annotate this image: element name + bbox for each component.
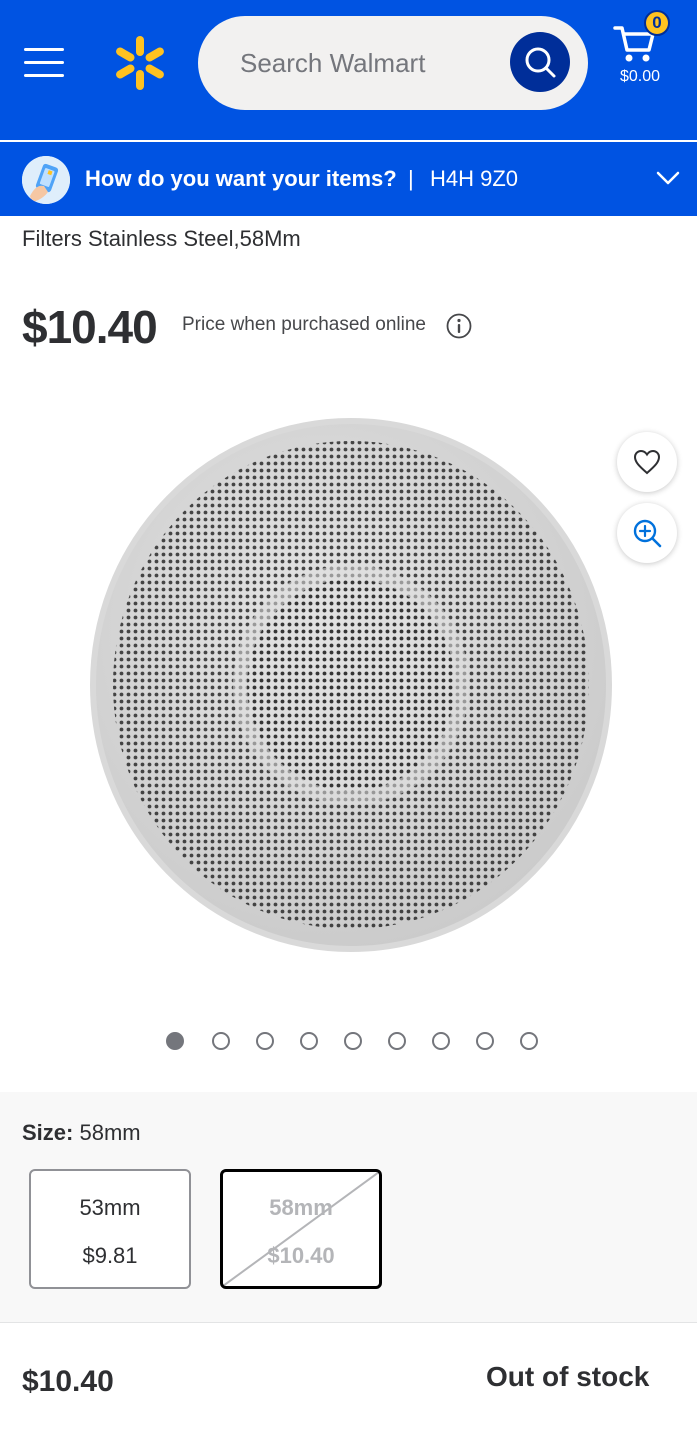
search-button[interactable] bbox=[510, 32, 570, 92]
delivery-phone-icon bbox=[22, 156, 70, 204]
bottom-action-bar: $10.40 Out of stock bbox=[0, 1322, 697, 1440]
zoom-image-button[interactable] bbox=[617, 503, 677, 563]
price-note: Price when purchased online bbox=[182, 314, 426, 335]
stock-status: Out of stock bbox=[486, 1361, 650, 1392]
size-option-58mm[interactable]: 58mm $10.40 bbox=[220, 1169, 382, 1289]
menu-icon[interactable] bbox=[24, 46, 64, 78]
carousel-dot[interactable] bbox=[256, 1032, 274, 1050]
size-label: Size: bbox=[22, 1120, 74, 1145]
size-option-price: $9.81 bbox=[82, 1243, 138, 1268]
product-image[interactable] bbox=[90, 418, 612, 952]
cart-count-badge: 0 bbox=[644, 10, 670, 36]
search-icon bbox=[525, 47, 556, 78]
size-heading: Size: 58mm bbox=[22, 1120, 141, 1146]
delivery-postal-code: H4H 9Z0 bbox=[430, 166, 519, 191]
carousel-dot[interactable] bbox=[212, 1032, 230, 1050]
product-page: 0 $0.00 How do you want your items? | H4… bbox=[0, 0, 697, 1440]
carousel-dot[interactable] bbox=[300, 1032, 318, 1050]
walmart-spark-logo[interactable] bbox=[112, 34, 168, 92]
carousel-dot[interactable] bbox=[476, 1032, 494, 1050]
unavailable-strike-line bbox=[223, 1172, 379, 1286]
product-title: Filters Stainless Steel,58Mm bbox=[22, 226, 301, 251]
carousel-dot[interactable] bbox=[432, 1032, 450, 1050]
delivery-separator: | bbox=[408, 166, 414, 191]
zoom-in-icon bbox=[633, 519, 662, 548]
bottom-price: $10.40 bbox=[22, 1365, 114, 1398]
heart-icon bbox=[633, 449, 661, 475]
info-icon[interactable] bbox=[446, 313, 472, 339]
add-to-favorites-button[interactable] bbox=[617, 432, 677, 492]
carousel-dot[interactable] bbox=[520, 1032, 538, 1050]
size-option-label: 53mm bbox=[79, 1195, 141, 1220]
carousel-dot[interactable] bbox=[388, 1032, 406, 1050]
delivery-question: How do you want your items? bbox=[85, 166, 397, 191]
carousel-dot[interactable] bbox=[166, 1032, 184, 1050]
carousel-dot[interactable] bbox=[344, 1032, 362, 1050]
size-option-53mm[interactable]: 53mm $9.81 bbox=[29, 1169, 191, 1289]
cart-total: $0.00 bbox=[619, 68, 661, 85]
search-input[interactable] bbox=[240, 40, 500, 86]
top-header: 0 $0.00 bbox=[0, 0, 697, 140]
chevron-down-icon bbox=[656, 171, 680, 185]
delivery-selector[interactable]: How do you want your items? | H4H 9Z0 bbox=[0, 140, 697, 216]
size-value: 58mm bbox=[79, 1120, 141, 1145]
product-price: $10.40 bbox=[22, 301, 158, 353]
search-bar bbox=[198, 16, 588, 110]
variant-selector: Size: 58mm 53mm $9.81 58mm $10.40 bbox=[0, 1092, 697, 1322]
cart-button[interactable]: 0 $0.00 bbox=[606, 10, 678, 100]
